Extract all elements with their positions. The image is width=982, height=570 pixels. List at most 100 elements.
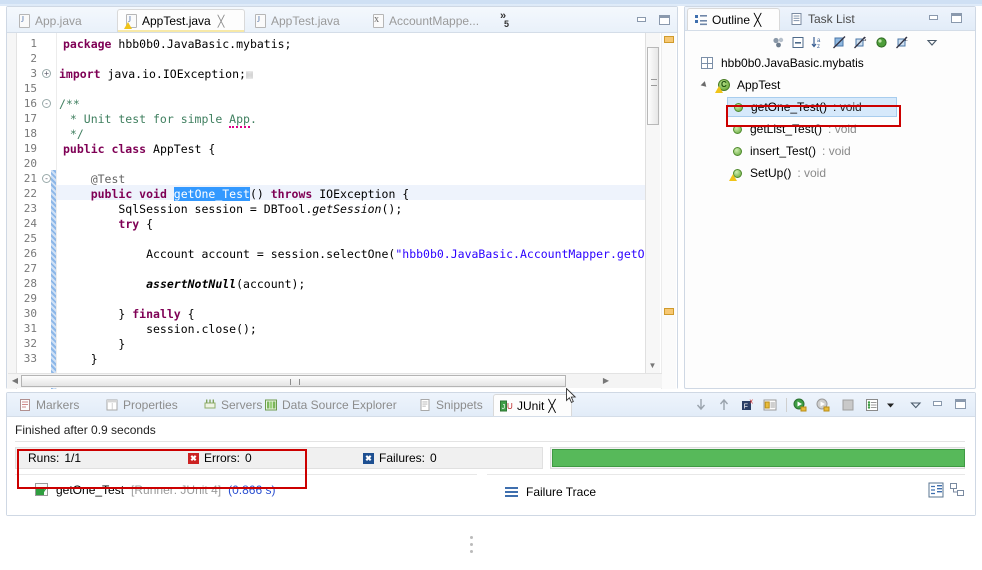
hide-fields-icon[interactable]	[832, 35, 847, 50]
fold-collapse-icon[interactable]: -	[42, 174, 51, 183]
line-number: 18	[23, 127, 37, 140]
editor-maximize-button[interactable]	[659, 15, 672, 26]
window-accent-strip	[0, 0, 982, 4]
junit-progress-bar	[550, 447, 965, 469]
collapse-all-icon[interactable]	[791, 35, 806, 50]
outline-item-label: AppTest	[737, 78, 781, 92]
package-icon	[701, 56, 715, 70]
outline-maximize-button[interactable]	[951, 13, 964, 24]
sort-alphabetically-icon[interactable]: az	[811, 35, 826, 50]
view-menu-icon[interactable]	[925, 35, 940, 50]
hide-static-icon[interactable]: S	[853, 35, 868, 50]
junit-counter-panel: Runs: 1/1 ✖ Errors: 0 ✖ Failures: 0	[15, 447, 543, 469]
line-number: 24	[23, 217, 37, 230]
junit-test-result-row[interactable]: ✓ getOne_Test [Runner: JUnit 4] (0.866 s…	[35, 483, 275, 497]
svg-text:S: S	[863, 37, 867, 43]
editor-tab-apptest-java-active[interactable]: J AppTest.java ╳	[117, 9, 245, 32]
scrollbar-thumb[interactable]	[647, 47, 659, 125]
outline-item-label: insert_Test()	[750, 144, 817, 158]
code-line: session.close();	[63, 322, 257, 336]
junit-test-tree[interactable]: ✓ getOne_Test [Runner: JUnit 4] (0.866 s…	[15, 474, 477, 553]
editor-tab-accountmapper-xml[interactable]: X AccountMappe...	[365, 9, 487, 32]
previous-failure-icon[interactable]	[716, 397, 732, 413]
editor-overview-ruler[interactable]	[661, 33, 676, 389]
editor-tab-app-java[interactable]: J App.java	[11, 9, 112, 32]
outline-item-method-getlist-test[interactable]: getList_Test() : void	[731, 119, 857, 139]
junit-icon: JU	[499, 399, 513, 413]
servers-icon	[203, 398, 217, 412]
outline-item-method-insert-test[interactable]: insert_Test() : void	[731, 141, 851, 161]
copy-failure-list-icon[interactable]	[927, 481, 945, 502]
next-failure-icon[interactable]	[693, 397, 709, 413]
hide-local-types-icon[interactable]: L	[895, 35, 910, 50]
editor-tab-apptest-java-2[interactable]: J AppTest.java	[247, 9, 359, 32]
outline-item-return-type: : void	[828, 122, 857, 136]
scroll-left-arrow-icon[interactable]: ◀	[9, 375, 21, 387]
editor-minimize-button[interactable]	[636, 15, 649, 26]
line-number: 16	[23, 97, 37, 110]
outline-item-package[interactable]: hbb0b0.JavaBasic.mybatis	[701, 53, 864, 73]
rerun-test-icon[interactable]	[792, 397, 808, 413]
svg-text:F: F	[744, 404, 748, 411]
close-icon[interactable]: ╳	[548, 399, 555, 413]
expander-arrow-icon[interactable]	[701, 81, 710, 90]
close-icon[interactable]: ╳	[754, 13, 761, 27]
outline-item-method-getone-test[interactable]: getOne_Test() : void	[727, 97, 897, 117]
scroll-right-arrow-icon[interactable]: ▶	[600, 375, 612, 387]
junit-maximize-button[interactable]	[955, 399, 968, 410]
line-number: 23	[23, 202, 37, 215]
code-editor[interactable]: 1 package hbb0b0.JavaBasic.mybatis; 2 3 …	[7, 33, 677, 389]
outline-item-class-apptest[interactable]: C AppTest	[701, 75, 780, 95]
lock-scroll-icon[interactable]	[762, 397, 778, 413]
dropdown-arrow-icon[interactable]	[883, 397, 899, 413]
outline-item-label: hbb0b0.JavaBasic.mybatis	[721, 56, 864, 70]
xml-file-icon: X	[372, 13, 385, 28]
tab-markers[interactable]: Markers	[13, 394, 98, 416]
hide-nonpublic-icon[interactable]	[874, 35, 889, 50]
editor-tab-label: App.java	[35, 13, 82, 28]
properties-icon	[105, 398, 119, 412]
editor-tab-label: AppTest.java	[271, 13, 340, 28]
scroll-down-arrow-icon[interactable]: ▼	[646, 361, 659, 372]
outline-toolbar: az S L	[685, 31, 975, 53]
tab-label: JUnit	[517, 398, 545, 413]
outline-item-method-setup[interactable]: SetUp() : void	[729, 163, 826, 183]
fold-collapse-icon[interactable]: -	[42, 99, 51, 108]
stop-test-run-icon[interactable]	[840, 397, 856, 413]
warning-marker-icon[interactable]	[664, 36, 674, 43]
junit-result-panel: Finished after 0.9 seconds Runs: 1/1 ✖ E…	[7, 417, 975, 553]
junit-failure-trace-panel: Failure Trace	[487, 474, 965, 515]
tab-data-source-explorer[interactable]: Data Source Explorer	[259, 394, 414, 416]
toolbar-separator	[786, 398, 787, 412]
svg-text:x: x	[750, 399, 754, 406]
code-lines: 1 package hbb0b0.JavaBasic.mybatis; 2 3 …	[7, 33, 677, 389]
failure-trace-label: Failure Trace	[526, 485, 597, 499]
code-line: import java.io.IOException;▦	[59, 67, 253, 81]
editor-horizontal-scrollbar[interactable]: ◀ ▶	[8, 373, 662, 388]
tab-junit[interactable]: JU JUnit ╳	[493, 394, 572, 416]
tab-task-list[interactable]: Task List	[784, 8, 876, 30]
editor-vertical-scrollbar[interactable]	[645, 33, 660, 373]
tab-properties[interactable]: Properties	[100, 394, 196, 416]
compare-results-icon[interactable]	[949, 482, 965, 501]
line-number: 15	[23, 82, 37, 95]
test-run-history-icon[interactable]	[864, 397, 880, 413]
tab-outline[interactable]: Outline ╳	[687, 8, 780, 30]
junit-tree-scrollbar[interactable]	[465, 532, 475, 570]
rerun-failed-tests-icon[interactable]	[815, 397, 831, 413]
outline-minimize-button[interactable]	[928, 13, 941, 24]
show-failures-only-icon[interactable]: Fx	[740, 397, 756, 413]
tab-snippets[interactable]: Snippets	[413, 394, 498, 416]
view-menu-icon[interactable]	[908, 397, 924, 413]
bottom-tab-bar: Markers Properties Servers Data Source E…	[7, 393, 975, 417]
fold-expand-icon[interactable]: +	[42, 69, 51, 78]
line-number: 29	[23, 292, 37, 305]
outline-view-area: Outline ╳ Task List az S L hbb0b0.JavaBa…	[684, 6, 976, 389]
line-number: 25	[23, 232, 37, 245]
close-icon[interactable]: ╳	[218, 15, 225, 28]
failures-counter: ✖ Failures: 0	[363, 451, 437, 465]
junit-minimize-button[interactable]	[932, 399, 945, 410]
warning-marker-icon[interactable]	[664, 308, 674, 315]
scrollbar-thumb[interactable]	[21, 375, 566, 387]
focus-on-active-task-icon[interactable]	[771, 35, 786, 50]
